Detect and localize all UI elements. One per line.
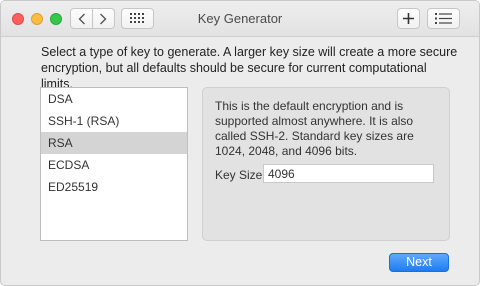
- key-generator-window: Key Generator Select a type of key to ge…: [0, 0, 480, 286]
- key-type-item-rsa[interactable]: RSA: [41, 132, 187, 154]
- list-view-button[interactable]: [427, 8, 460, 29]
- key-type-item-ecdsa[interactable]: ECDSA: [41, 154, 187, 176]
- key-detail-panel: This is the default encryption and is su…: [202, 87, 450, 241]
- key-type-item-ed25519[interactable]: ED25519: [41, 176, 187, 198]
- key-type-list[interactable]: DSA SSH-1 (RSA) RSA ECDSA ED25519: [40, 87, 188, 241]
- list-icon: [435, 13, 452, 24]
- key-description: This is the default encryption and is su…: [215, 99, 414, 158]
- key-size-input[interactable]: [263, 164, 434, 183]
- next-button[interactable]: Next: [389, 253, 449, 272]
- titlebar: Key Generator: [1, 1, 479, 37]
- instructions-text: Select a type of key to generate. A larg…: [41, 45, 458, 91]
- key-type-item-dsa[interactable]: DSA: [41, 88, 187, 110]
- key-size-label: Key Size:: [215, 168, 266, 182]
- key-type-item-ssh1-rsa[interactable]: SSH-1 (RSA): [41, 110, 187, 132]
- plus-icon: [403, 13, 414, 24]
- add-button[interactable]: [397, 8, 420, 29]
